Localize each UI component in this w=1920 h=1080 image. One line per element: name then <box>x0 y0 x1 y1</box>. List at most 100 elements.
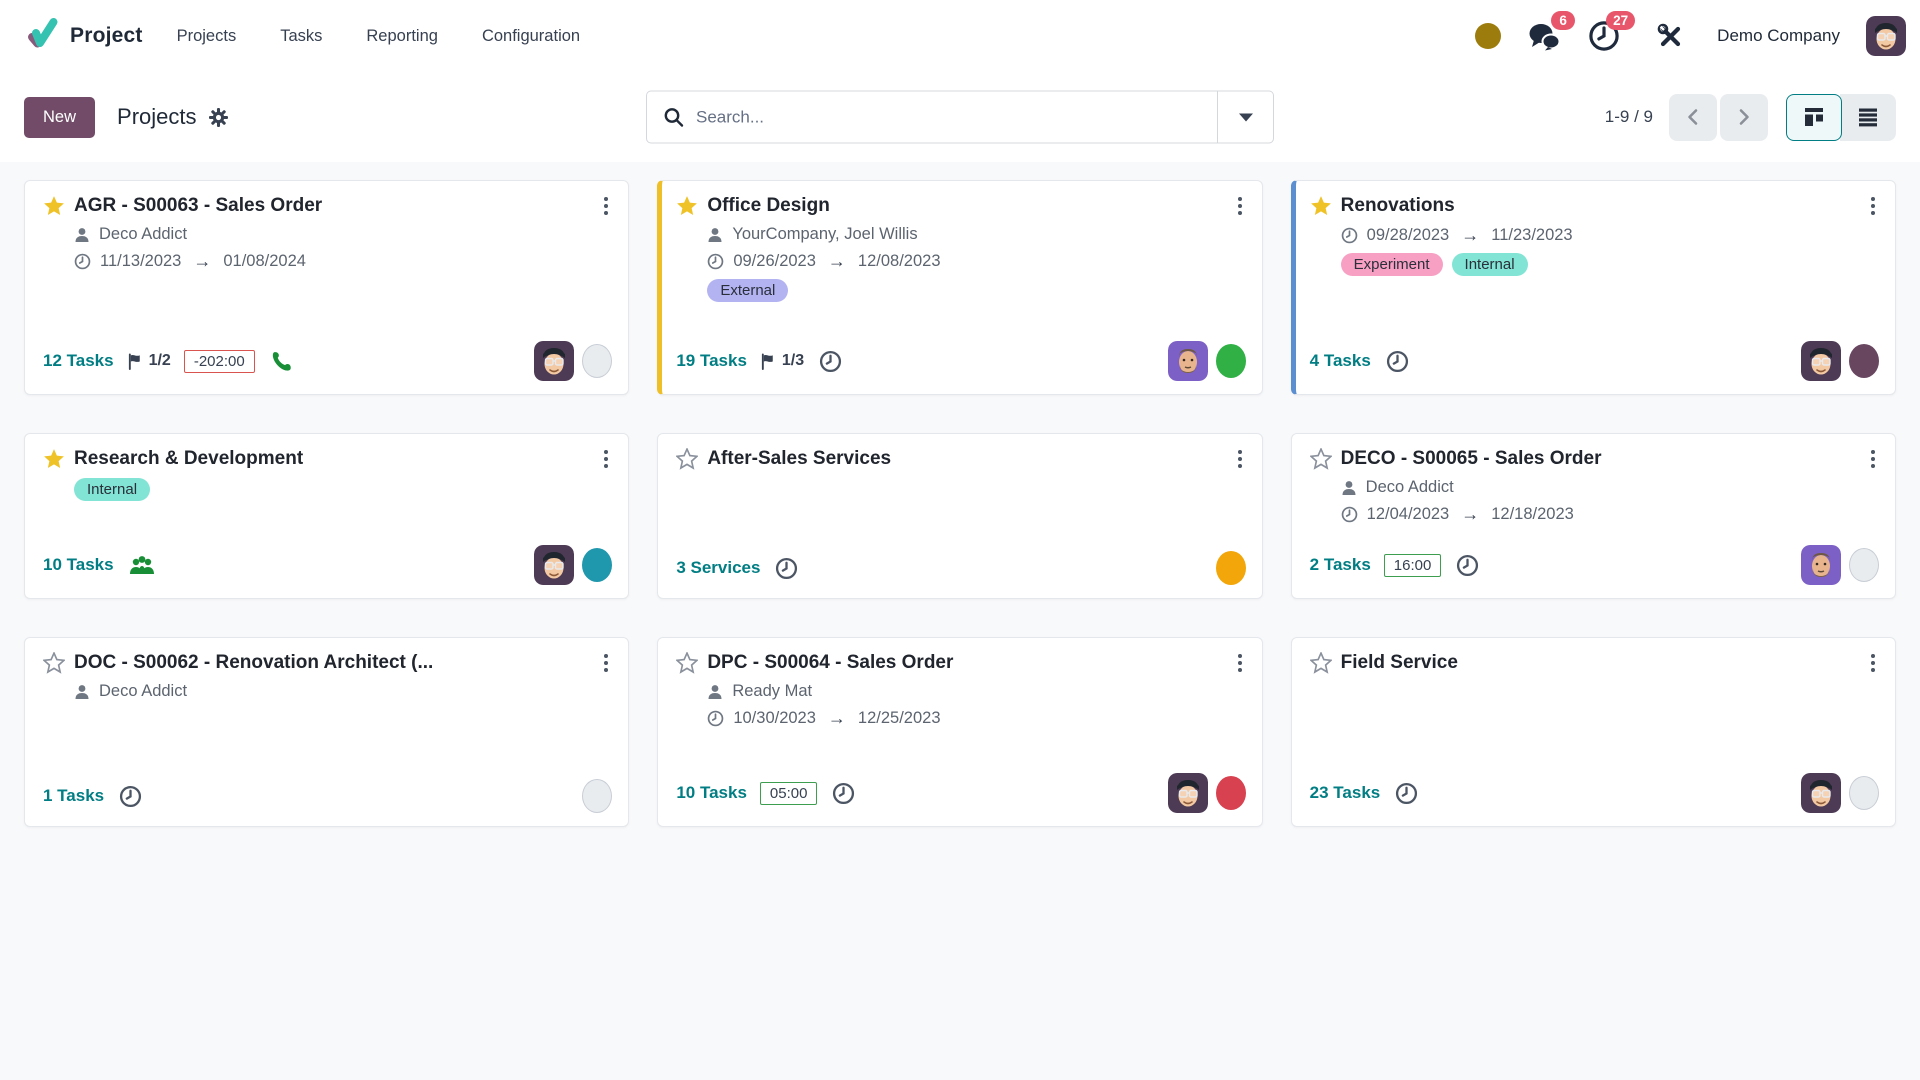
favorite-star-icon[interactable] <box>43 195 65 217</box>
collaborators-icon[interactable] <box>129 554 155 576</box>
assignee-avatar[interactable] <box>1801 341 1841 381</box>
task-count[interactable]: 1 Tasks <box>43 786 104 806</box>
activities-icon[interactable]: 27 <box>1587 20 1621 52</box>
partner-line: Deco Addict <box>74 225 612 244</box>
project-card-field-service[interactable]: Field Service 23 Tasks <box>1291 637 1896 827</box>
favorite-star-icon[interactable] <box>1310 448 1332 470</box>
project-title[interactable]: Office Design <box>707 194 1224 218</box>
project-card-doc-s00062[interactable]: DOC - S00062 - Renovation Architect (...… <box>24 637 629 827</box>
project-status-dot[interactable] <box>1849 776 1879 810</box>
task-count[interactable]: 4 Tasks <box>1310 351 1371 371</box>
project-status-dot[interactable] <box>582 344 612 378</box>
project-card-after-sales-services[interactable]: After-Sales Services 3 Services <box>657 433 1262 599</box>
project-status-dot[interactable] <box>1216 344 1246 378</box>
project-status-dot[interactable] <box>582 548 612 582</box>
search-input[interactable] <box>696 107 1217 127</box>
task-count[interactable]: 10 Tasks <box>43 555 114 575</box>
card-menu-icon[interactable] <box>1867 194 1879 218</box>
project-title[interactable]: Field Service <box>1341 651 1858 675</box>
card-menu-icon[interactable] <box>600 447 612 471</box>
assignee-avatar[interactable] <box>1168 773 1208 813</box>
card-menu-icon[interactable] <box>1867 447 1879 471</box>
task-count[interactable]: 2 Tasks <box>1310 555 1371 575</box>
timesheet-clock-icon[interactable] <box>1386 350 1409 373</box>
new-button[interactable]: New <box>24 97 95 138</box>
timesheet-clock-icon[interactable] <box>1395 782 1418 805</box>
favorite-star-icon[interactable] <box>1310 652 1332 674</box>
card-menu-icon[interactable] <box>1234 447 1246 471</box>
user-avatar[interactable] <box>1866 16 1906 56</box>
app-brand[interactable]: Project <box>24 16 143 57</box>
project-card-agr-s00063[interactable]: AGR - S00063 - Sales Order Deco Addict 1… <box>24 180 629 395</box>
project-title[interactable]: DECO - S00065 - Sales Order <box>1341 447 1858 471</box>
favorite-star-icon[interactable] <box>676 652 698 674</box>
menu-projects[interactable]: Projects <box>177 27 237 46</box>
project-title[interactable]: DOC - S00062 - Renovation Architect (... <box>74 651 591 675</box>
dates-line: 12/04/2023→12/18/2023 <box>1341 504 1879 525</box>
timesheet-clock-icon[interactable] <box>819 350 842 373</box>
favorite-star-icon[interactable] <box>1310 195 1332 217</box>
allocated-hours: -202:00 <box>184 350 255 373</box>
task-count[interactable]: 19 Tasks <box>676 351 747 371</box>
project-status-dot[interactable] <box>1216 776 1246 810</box>
assignee-avatar[interactable] <box>534 545 574 585</box>
timesheet-clock-icon[interactable] <box>1456 554 1479 577</box>
project-card-research-development[interactable]: Research & Development Internal 10 Tasks <box>24 433 629 599</box>
presence-dot-icon[interactable] <box>1475 23 1501 49</box>
project-card-renovations[interactable]: Renovations 09/28/2023→11/23/2023 Experi… <box>1291 180 1896 395</box>
project-status-dot[interactable] <box>1849 548 1879 582</box>
partner-line: Deco Addict <box>1341 478 1879 497</box>
messages-icon[interactable]: 6 <box>1527 20 1561 52</box>
pager-next-button[interactable] <box>1720 94 1768 141</box>
project-title[interactable]: AGR - S00063 - Sales Order <box>74 194 591 218</box>
project-card-dpc-s00064[interactable]: DPC - S00064 - Sales Order Ready Mat 10/… <box>657 637 1262 827</box>
menu-reporting[interactable]: Reporting <box>366 27 438 46</box>
project-status-dot[interactable] <box>1849 344 1879 378</box>
search-bar[interactable] <box>646 91 1274 144</box>
partner-line: Deco Addict <box>74 682 612 701</box>
project-status-dot[interactable] <box>582 779 612 813</box>
project-title[interactable]: Research & Development <box>74 447 591 471</box>
favorite-star-icon[interactable] <box>676 448 698 470</box>
task-count[interactable]: 3 Services <box>676 558 760 578</box>
flag-icon <box>760 353 777 370</box>
dates-line: 09/28/2023→11/23/2023 <box>1341 225 1879 246</box>
favorite-star-icon[interactable] <box>43 652 65 674</box>
menu-configuration[interactable]: Configuration <box>482 27 580 46</box>
card-menu-icon[interactable] <box>600 651 612 675</box>
kanban-icon <box>1803 106 1825 128</box>
task-count[interactable]: 12 Tasks <box>43 351 114 371</box>
clock-icon <box>707 710 724 727</box>
assignee-avatar[interactable] <box>1168 341 1208 381</box>
project-title[interactable]: DPC - S00064 - Sales Order <box>707 651 1224 675</box>
tools-icon[interactable] <box>1653 20 1687 52</box>
phone-icon[interactable] <box>270 350 292 372</box>
assignee-avatar[interactable] <box>534 341 574 381</box>
assignee-avatar[interactable] <box>1801 545 1841 585</box>
project-card-deco-s00065[interactable]: DECO - S00065 - Sales Order Deco Addict … <box>1291 433 1896 599</box>
project-status-dot[interactable] <box>1216 551 1246 585</box>
timesheet-clock-icon[interactable] <box>119 785 142 808</box>
company-switcher[interactable]: Demo Company <box>1717 26 1840 46</box>
favorite-star-icon[interactable] <box>676 195 698 217</box>
search-dropdown-toggle[interactable] <box>1217 92 1273 143</box>
assignee-avatar[interactable] <box>1801 773 1841 813</box>
task-count[interactable]: 23 Tasks <box>1310 783 1381 803</box>
card-menu-icon[interactable] <box>1867 651 1879 675</box>
gear-icon[interactable] <box>209 108 228 127</box>
card-menu-icon[interactable] <box>600 194 612 218</box>
card-menu-icon[interactable] <box>1234 194 1246 218</box>
menu-tasks[interactable]: Tasks <box>280 27 322 46</box>
timesheet-clock-icon[interactable] <box>775 557 798 580</box>
project-title[interactable]: Renovations <box>1341 194 1858 218</box>
timesheet-clock-icon[interactable] <box>832 782 855 805</box>
kanban-view-button[interactable] <box>1786 94 1842 141</box>
project-title[interactable]: After-Sales Services <box>707 447 1224 471</box>
project-card-office-design[interactable]: Office Design YourCompany, Joel Willis 0… <box>657 180 1262 395</box>
card-menu-icon[interactable] <box>1234 651 1246 675</box>
tag-internal: Internal <box>1452 253 1528 276</box>
pager-previous-button[interactable] <box>1669 94 1717 141</box>
task-count[interactable]: 10 Tasks <box>676 783 747 803</box>
favorite-star-icon[interactable] <box>43 448 65 470</box>
list-view-button[interactable] <box>1840 94 1896 141</box>
